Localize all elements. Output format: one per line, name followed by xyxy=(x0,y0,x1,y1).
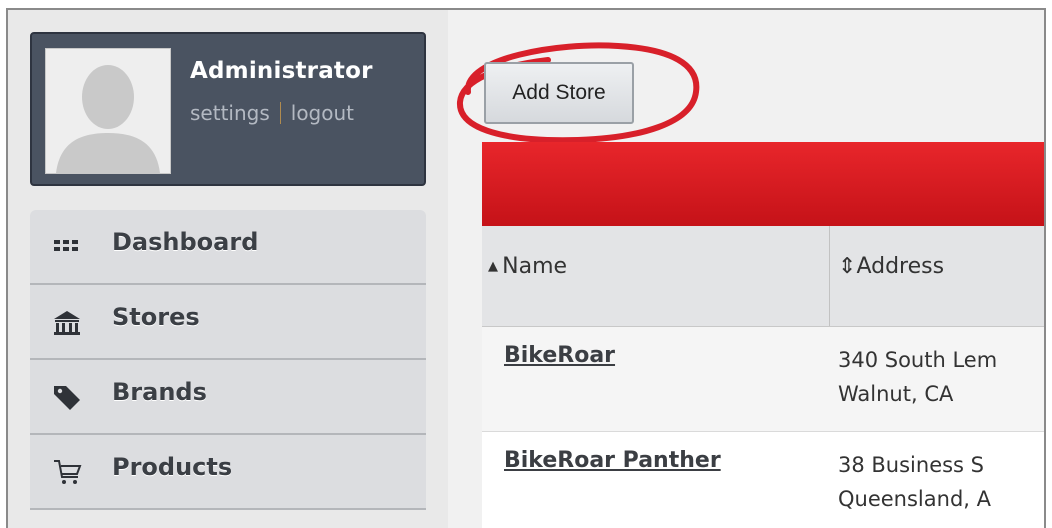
app-window: Administrator settings logout Dashboard xyxy=(6,8,1046,528)
sidebar-item-products[interactable]: Products xyxy=(30,435,426,510)
sort-asc-icon: ▲ xyxy=(488,259,503,274)
table-column-headers: ▲ Name ⇕Address xyxy=(482,226,1044,327)
sidebar: Administrator settings logout Dashboard xyxy=(8,10,448,528)
logout-link[interactable]: logout xyxy=(291,101,354,125)
sort-both-icon: ⇕ xyxy=(838,254,857,279)
sidebar-item-label: Products xyxy=(112,453,233,481)
add-store-button[interactable]: Add Store xyxy=(484,62,634,124)
sidebar-item-label: Stores xyxy=(112,303,200,331)
stores-table: ▲ Name ⇕Address BikeRoar 340 South Lem W… xyxy=(482,142,1044,528)
tag-icon xyxy=(52,382,82,412)
main-content: Add Store ▲ Name ⇕Address BikeRoar 340 S… xyxy=(448,10,1044,528)
store-icon xyxy=(52,307,82,337)
cart-icon xyxy=(52,457,82,487)
sidebar-item-brands[interactable]: Brands xyxy=(30,360,426,435)
store-address: 340 South Lem Walnut, CA xyxy=(838,348,998,406)
store-name-link[interactable]: BikeRoar Panther xyxy=(504,448,721,473)
column-header-name[interactable]: ▲ Name xyxy=(482,226,830,326)
settings-link[interactable]: settings xyxy=(190,101,270,125)
profile-links: settings logout xyxy=(190,101,354,125)
admin-name: Administrator xyxy=(190,58,373,84)
store-address: 38 Business S Queensland, A xyxy=(838,453,991,511)
dashboard-grid-icon xyxy=(52,232,82,262)
profile-card: Administrator settings logout xyxy=(30,32,426,186)
column-label: ⇕Address xyxy=(838,254,945,279)
sidebar-item-dashboard[interactable]: Dashboard xyxy=(30,210,426,285)
avatar xyxy=(45,48,171,174)
sidebar-item-label: Brands xyxy=(112,378,207,406)
table-header-bar xyxy=(482,142,1044,226)
sidebar-nav: Dashboard Stores Brands Products xyxy=(30,210,426,510)
table-row: BikeRoar Panther 38 Business S Queenslan… xyxy=(482,432,1044,528)
store-name-link[interactable]: BikeRoar xyxy=(504,343,615,368)
sidebar-item-stores[interactable]: Stores xyxy=(30,285,426,360)
column-label: ▲ Name xyxy=(488,254,568,279)
column-header-address[interactable]: ⇕Address xyxy=(830,226,1044,326)
sidebar-item-label: Dashboard xyxy=(112,228,259,256)
link-divider xyxy=(279,102,281,124)
table-row: BikeRoar 340 South Lem Walnut, CA xyxy=(482,327,1044,432)
